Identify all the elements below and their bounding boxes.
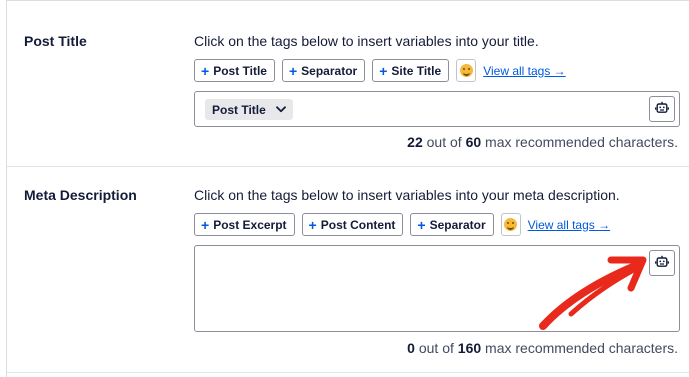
chevron-down-icon[interactable] [275, 104, 287, 116]
char-count: 22 [407, 134, 423, 150]
tag-label: Post Excerpt [213, 217, 287, 232]
robot-icon [654, 255, 670, 272]
tag-label: Post Content [320, 217, 396, 232]
plus-icon: + [201, 216, 210, 233]
tag-post-excerpt-button[interactable]: + Post Excerpt [194, 213, 295, 236]
char-max: 60 [465, 134, 482, 150]
robot-icon [654, 101, 670, 118]
emoji-smile-icon [504, 218, 518, 231]
tag-site-title-button[interactable]: + Site Title [372, 59, 450, 82]
post-title-editor[interactable]: Post Title [194, 91, 680, 127]
counter-suffix: max recommended characters. [481, 340, 678, 356]
ai-generate-button[interactable] [649, 96, 675, 122]
post-title-variable-chip[interactable]: Post Title [205, 99, 293, 120]
plus-icon: + [417, 216, 426, 233]
counter-suffix: max recommended characters. [481, 134, 678, 150]
tag-label: Post Title [213, 63, 267, 78]
plus-icon: + [379, 62, 388, 79]
emoji-smile-icon [459, 64, 473, 77]
meta-description-instructions: Click on the tags below to insert variab… [194, 187, 620, 203]
view-all-tags-link[interactable]: View all tags → [528, 218, 610, 232]
tag-separator-button[interactable]: + Separator [281, 59, 366, 82]
plus-icon: + [308, 216, 317, 233]
chip-label: Post Title [212, 102, 266, 117]
meta-description-label: Meta Description [24, 187, 137, 203]
post-title-label: Post Title [24, 33, 87, 49]
tag-post-content-button[interactable]: + Post Content [301, 213, 404, 236]
tag-label: Site Title [391, 63, 442, 78]
tag-post-title-button[interactable]: + Post Title [194, 59, 275, 82]
emoji-picker-button[interactable] [456, 59, 477, 82]
red-arrow-annotation [539, 256, 647, 330]
post-title-instructions: Click on the tags below to insert variab… [194, 33, 539, 49]
char-count: 0 [407, 340, 415, 356]
tag-label: Separator [429, 217, 486, 232]
post-title-tag-list: + Post Title + Separator + Site Title Vi… [194, 59, 566, 82]
char-max: 160 [457, 340, 482, 356]
plus-icon: + [288, 62, 298, 79]
tag-label: Separator [301, 63, 358, 78]
post-title-section: Post Title Click on the tags below to in… [7, 9, 689, 167]
tag-separator-button[interactable]: + Separator [410, 213, 494, 236]
emoji-picker-button[interactable] [500, 213, 521, 236]
counter-text: out of [414, 340, 458, 356]
counter-text: out of [422, 134, 466, 150]
meta-description-tag-list: + Post Excerpt + Post Content + Separato… [194, 213, 610, 236]
meta-description-char-counter: 0 out of 160 max recommended characters. [407, 340, 678, 356]
post-title-char-counter: 22 out of 60 max recommended characters. [407, 134, 678, 150]
view-all-tags-link[interactable]: View all tags → [483, 64, 565, 78]
plus-icon: + [201, 62, 210, 79]
